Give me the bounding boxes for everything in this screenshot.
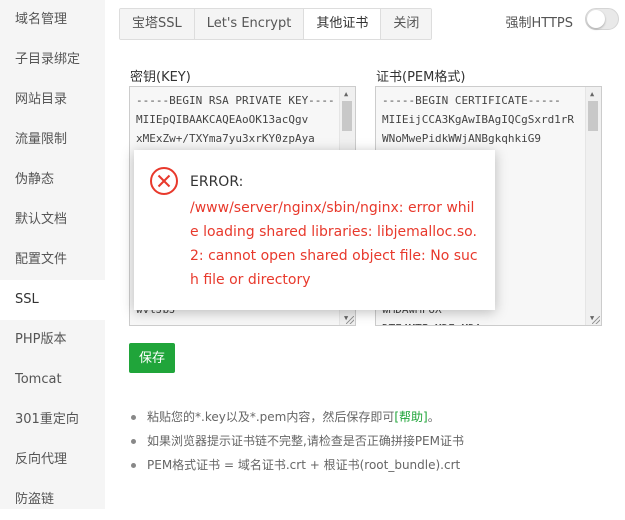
scroll-up-icon[interactable]: ▲ xyxy=(590,90,594,98)
tab-baota-ssl[interactable]: 宝塔SSL xyxy=(120,9,195,39)
force-https-label: 强制HTTPS xyxy=(505,16,573,31)
tip-text: 如果浏览器提示证书链不完整,请检查是否正确拼接PEM证书 xyxy=(147,434,464,448)
tip-text: 粘贴您的*.key以及*.pem内容，然后保存即可 xyxy=(147,410,395,424)
sidebar-item-tomcat[interactable]: Tomcat xyxy=(0,360,105,400)
error-x-icon xyxy=(150,167,178,195)
key-line: xMExZw+/TXYma7yu3xrKY0zpAya xyxy=(136,132,315,145)
cert-line: MIIEijCCA3KgAwIBAgIQCgSxrd1rR xyxy=(382,113,575,126)
tip-item: 如果浏览器提示证书链不完整,请检查是否正确拼接PEM证书 xyxy=(129,429,464,453)
cert-line: -----BEGIN CERTIFICATE----- xyxy=(382,94,561,107)
sidebar-item-301-redirect[interactable]: 301重定向 xyxy=(0,400,105,440)
sidebar-item-default-document[interactable]: 默认文档 xyxy=(0,200,105,240)
force-https-toggle[interactable] xyxy=(585,8,619,30)
toggle-knob xyxy=(587,10,605,28)
scroll-up-icon[interactable]: ▲ xyxy=(344,90,348,98)
cert-line: DTE4MTIyMDEyMDAw xyxy=(382,319,581,325)
resize-grip-icon[interactable] xyxy=(592,316,600,324)
help-link[interactable]: [帮助] xyxy=(394,410,427,424)
tab-other-certificate[interactable]: 其他证书 xyxy=(304,9,382,39)
tips-list: 粘贴您的*.key以及*.pem内容，然后保存即可[帮助]。 如果浏览器提示证书… xyxy=(129,405,464,477)
error-title: ERROR: xyxy=(190,174,244,190)
error-message: /www/server/nginx/sbin/nginx: error whil… xyxy=(190,200,478,288)
error-dialog: ERROR: /www/server/nginx/sbin/nginx: err… xyxy=(134,150,495,310)
sidebar-item-subdirectory-binding[interactable]: 子目录绑定 xyxy=(0,40,105,80)
sidebar-item-rewrite[interactable]: 伪静态 xyxy=(0,160,105,200)
scroll-thumb[interactable] xyxy=(342,101,352,131)
tip-tail: 。 xyxy=(427,410,440,424)
sidebar-item-site-directory[interactable]: 网站目录 xyxy=(0,80,105,120)
key-field-label: 密钥(KEY) xyxy=(130,70,191,85)
sidebar-item-traffic-limit[interactable]: 流量限制 xyxy=(0,120,105,160)
sidebar-item-php-version[interactable]: PHP版本 xyxy=(0,320,105,360)
tab-close[interactable]: 关闭 xyxy=(381,9,432,39)
cert-line: WNoMwePidkWWjANBgkqhkiG9 xyxy=(382,132,541,145)
save-button[interactable]: 保存 xyxy=(129,343,175,373)
resize-grip-icon[interactable] xyxy=(346,316,354,324)
cert-field-label: 证书(PEM格式) xyxy=(376,70,466,85)
sidebar: 域名管理 子目录绑定 网站目录 流量限制 伪静态 默认文档 配置文件 SSL P… xyxy=(0,0,106,509)
scroll-thumb[interactable] xyxy=(588,101,598,131)
ssl-tabs: 宝塔SSL Let's Encrypt 其他证书 关闭 xyxy=(119,8,433,40)
sidebar-item-domain-management[interactable]: 域名管理 xyxy=(0,0,105,40)
sidebar-item-ssl[interactable]: SSL xyxy=(0,280,105,320)
sidebar-item-reverse-proxy[interactable]: 反向代理 xyxy=(0,440,105,480)
key-line: MIIEpQIBAAKCAQEAoOK13acQgv xyxy=(136,113,309,126)
sidebar-item-config-file[interactable]: 配置文件 xyxy=(0,240,105,280)
tab-lets-encrypt[interactable]: Let's Encrypt xyxy=(194,9,305,39)
tip-item: PEM格式证书 = 域名证书.crt + 根证书(root_bundle).cr… xyxy=(129,453,464,477)
key-line: -----BEGIN RSA PRIVATE KEY----- xyxy=(136,94,335,107)
sidebar-item-hotlink-protection[interactable]: 防盗链 xyxy=(0,480,105,520)
cert-scrollbar[interactable]: ▲ ▼ xyxy=(585,87,601,325)
tip-text: PEM格式证书 = 域名证书.crt + 根证书(root_bundle).cr… xyxy=(147,458,461,472)
tip-item: 粘贴您的*.key以及*.pem内容，然后保存即可[帮助]。 xyxy=(129,405,464,429)
